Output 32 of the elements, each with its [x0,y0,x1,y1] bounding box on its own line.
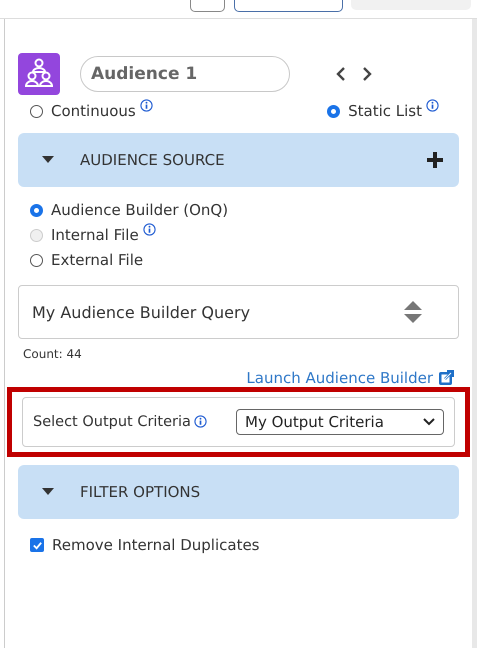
radio-button[interactable] [30,204,43,217]
field-label: Select Output Criteria [33,414,191,430]
radio-label: Static List [348,101,422,121]
info-icon[interactable] [426,99,439,112]
radio-button[interactable] [327,105,340,118]
audience-group-icon [18,53,60,95]
checkbox-label: Remove Internal Duplicates [52,535,260,555]
radio-label: Audience Builder (OnQ) [51,200,228,220]
add-icon[interactable] [427,152,443,168]
info-icon[interactable] [140,99,153,112]
audience-name-field[interactable]: Audience 1 [80,56,290,92]
chevron-down-icon [423,418,435,426]
radio-label: Continuous [51,101,136,121]
section-title: AUDIENCE SOURCE [80,151,226,169]
count-text: Count: 44 [23,347,83,361]
radio-button[interactable] [30,254,43,267]
info-icon[interactable] [194,414,207,428]
output-criteria-select[interactable]: My Output Criteria [236,409,444,435]
chevron-right-icon[interactable] [362,67,372,81]
radio-label: Internal File [51,225,139,245]
sort-arrows-icon [404,301,422,323]
query-select[interactable]: My Audience Builder Query [18,285,459,339]
external-link-icon[interactable] [438,370,454,386]
checkbox[interactable] [30,538,44,552]
launch-link[interactable]: Launch Audience Builder [246,369,433,387]
section-header[interactable]: AUDIENCE SOURCE [18,133,459,187]
scrollbar[interactable] [472,19,477,648]
section-header[interactable]: FILTER OPTIONS [18,465,459,519]
radio-label: External File [51,250,144,270]
section-title: FILTER OPTIONS [80,483,202,501]
radio-button[interactable] [30,105,43,118]
chevron-left-icon[interactable] [336,67,346,81]
